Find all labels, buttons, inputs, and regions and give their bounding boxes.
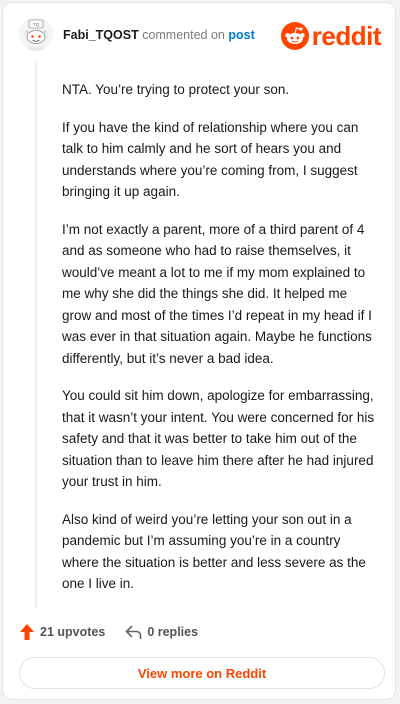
comment-card: TQ Fabi_TQOST commented on post reddit N… xyxy=(2,2,396,700)
svg-text:TQ: TQ xyxy=(33,22,40,27)
reply-count: 0 replies xyxy=(147,625,199,639)
comment-paragraph: You could sit him down, apologize for em… xyxy=(62,388,375,489)
snoo-avatar-icon: TQ xyxy=(19,17,53,51)
reply-arrow-icon xyxy=(126,625,142,640)
byline-action-text: commented on xyxy=(142,28,225,42)
comment-paragraph: I’m not exactly a parent, more of a thir… xyxy=(62,221,372,366)
replies-button[interactable]: 0 replies xyxy=(125,624,198,640)
comment-paragraph: NTA. You’re trying to protect your son. xyxy=(62,82,290,97)
thread-line[interactable] xyxy=(35,61,37,609)
reddit-alien-icon xyxy=(280,22,309,50)
view-more-button[interactable]: View more on Reddit xyxy=(19,657,385,689)
view-more-label: View more on Reddit xyxy=(137,665,267,681)
reddit-logo[interactable]: reddit xyxy=(280,21,382,51)
username-link[interactable]: Fabi_TQOST xyxy=(63,28,139,42)
post-link[interactable]: post xyxy=(228,28,254,42)
user-avatar[interactable]: TQ xyxy=(19,17,53,51)
comment-actions: 21 upvotes 0 replies xyxy=(19,623,198,641)
comment-header: TQ Fabi_TQOST commented on post reddit xyxy=(19,13,382,57)
comment-paragraph: If you have the kind of relationship whe… xyxy=(62,119,359,200)
reddit-wordmark: reddit xyxy=(311,21,382,51)
comment-byline: Fabi_TQOST commented on post xyxy=(63,28,255,42)
comment-paragraph: Also kind of weird you’re letting your s… xyxy=(62,511,366,592)
upvote-button[interactable]: 21 upvotes xyxy=(19,623,105,641)
upvote-arrow-icon xyxy=(20,624,34,640)
comment-body: NTA. You’re trying to protect your son. … xyxy=(62,79,378,611)
upvote-count: 21 upvotes xyxy=(40,625,106,639)
